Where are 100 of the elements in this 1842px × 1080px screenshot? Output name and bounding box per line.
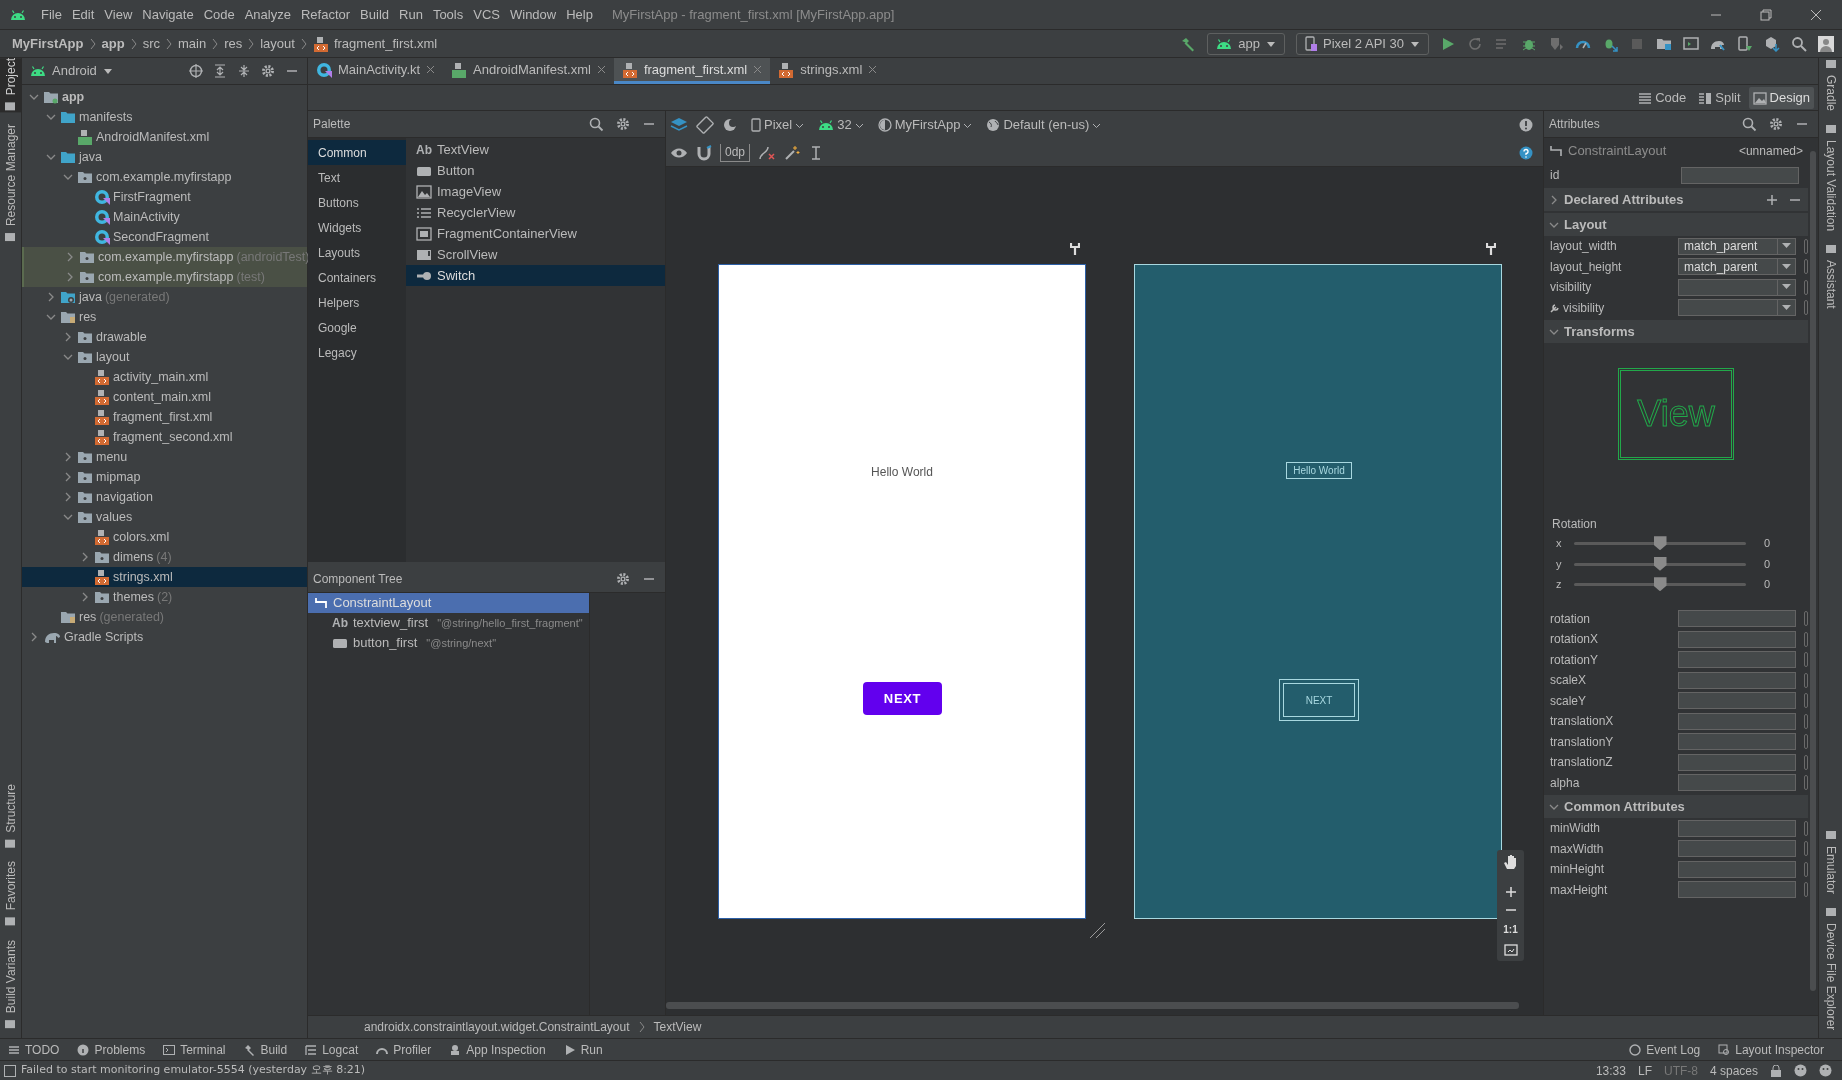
tree-item[interactable]: fragment_second.xml [22,427,307,447]
text-field[interactable] [1678,692,1796,710]
palette-item[interactable]: FragmentContainerView [406,223,665,244]
tree-item[interactable]: fragment_first.xml [22,407,307,427]
slider-thumb[interactable] [1653,577,1667,592]
locate-icon[interactable] [189,64,203,78]
palette-category[interactable]: Legacy [308,340,406,365]
close-icon[interactable] [753,65,763,74]
dropdown-field[interactable] [1678,299,1796,317]
magic-wand-icon[interactable] [784,144,801,161]
palette-category[interactable]: Layouts [308,240,406,265]
tree-item[interactable]: com.example.myfirstapp [22,167,307,187]
section-header[interactable]: Common Attributes [1544,795,1808,818]
lock-icon[interactable] [1770,1064,1782,1077]
search-icon[interactable] [589,116,604,132]
magnet-icon[interactable] [696,144,712,161]
tool-window-tab[interactable]: Device File Explorer [1820,905,1841,1030]
resource-picker-icon[interactable] [1804,238,1808,254]
close-icon[interactable] [868,65,878,74]
clear-constraints-icon[interactable] [758,144,777,161]
component-tree-item[interactable]: button_first "@string/next" [308,633,589,653]
menu-title[interactable]: File [36,4,67,25]
palette-item[interactable]: Ab TextView [406,139,665,160]
device-dropdown[interactable]: Pixel 2 API 30 [1296,32,1429,55]
resource-picker-icon[interactable] [1804,734,1808,750]
text-field[interactable] [1678,733,1796,751]
resize-handle-icon[interactable] [1088,921,1106,939]
dropdown-field[interactable]: match_parent [1678,237,1796,255]
sad-face-icon[interactable] [1819,1064,1832,1077]
tool-window-tab[interactable]: Layout Validation [1820,123,1841,232]
fit-screen-icon[interactable] [1503,943,1518,957]
tool-window-tab[interactable]: Project [0,58,21,113]
tool-window-button[interactable]: Terminal [163,1040,226,1059]
section-header[interactable]: Declared Attributes [1544,188,1808,211]
project-view-dropdown[interactable]: Android [30,61,113,81]
menu-title[interactable]: Analyze [239,4,296,25]
tree-item[interactable]: values [22,507,307,527]
tree-item[interactable]: activity_main.xml [22,367,307,387]
text-field[interactable] [1678,860,1796,878]
tree-item[interactable]: res (generated) [22,607,307,627]
close-window-icon[interactable] [1810,8,1822,21]
menu-title[interactable]: Refactor [295,4,356,25]
palette-item[interactable]: Switch [406,265,665,286]
warning-icon[interactable] [1519,118,1533,132]
vertical-scrollbar[interactable] [1810,151,1816,991]
tool-window-button[interactable]: TODO [8,1040,60,1059]
text-field[interactable] [1678,881,1796,899]
slider-track[interactable] [1574,556,1746,571]
palette-category[interactable]: Common [308,140,406,165]
rerun-icon[interactable] [1467,35,1483,52]
layers-icon[interactable] [670,116,688,134]
resource-picker-icon[interactable] [1804,841,1808,857]
tree-item[interactable]: java (generated) [22,287,307,307]
hand-icon[interactable] [1502,854,1519,870]
tree-item[interactable]: app [22,87,307,107]
help-icon[interactable] [1519,145,1533,160]
tool-window-button[interactable]: Build [243,1040,288,1059]
editor-tab[interactable]: MainActivity.kt [308,58,444,84]
text-field[interactable] [1678,840,1796,858]
text-field[interactable] [1678,630,1796,648]
cube-download-icon[interactable] [1764,35,1780,52]
menu-title[interactable]: Run [394,4,428,25]
tool-window-tab[interactable]: Emulator [1820,828,1841,894]
breadcrumb-item[interactable]: res [224,33,243,54]
tool-window-button[interactable]: App Inspection [449,1040,546,1059]
settings-icon[interactable] [616,117,630,131]
run-icon[interactable] [1440,35,1456,52]
dropdown-field[interactable] [1678,278,1796,296]
tree-item[interactable]: content_main.xml [22,387,307,407]
editor-tab[interactable]: fragment_first.xml [613,58,771,84]
breadcrumb-item[interactable]: MyFirstApp [12,33,84,54]
view-mode-button[interactable]: Code [1634,86,1691,109]
search-icon[interactable] [1791,35,1807,52]
text-field[interactable] [1678,819,1796,837]
tree-item[interactable]: res [22,307,307,327]
tree-item[interactable]: AndroidManifest.xml [22,127,307,147]
close-icon[interactable] [426,65,436,74]
api-level-dropdown[interactable]: 32 [815,114,867,136]
resource-picker-icon[interactable] [1804,672,1808,688]
tool-window-tab[interactable]: Favorites [0,861,21,928]
tree-item[interactable]: MainActivity [22,207,307,227]
tree-item[interactable]: dimens (4) [22,547,307,567]
smiley-icon[interactable] [1794,1064,1807,1077]
palette-category[interactable]: Containers [308,265,406,290]
menu-title[interactable]: Code [198,4,240,25]
panel-toggle-icon[interactable] [4,1064,16,1077]
expand-all-icon[interactable] [213,64,227,78]
palette-item[interactable]: ScrollView [406,244,665,265]
breadcrumb-item[interactable]: layout [260,33,295,54]
palette-item[interactable]: RecyclerView [406,202,665,223]
tree-item[interactable]: colors.xml [22,527,307,547]
path-item[interactable]: TextView [653,1018,702,1036]
resource-picker-icon[interactable] [1804,300,1808,316]
palette-category[interactable]: Widgets [308,215,406,240]
menu-title[interactable]: Help [561,4,598,25]
breadcrumb-item[interactable]: main [177,33,207,54]
text-field[interactable] [1678,671,1796,689]
section-header[interactable]: Layout [1544,213,1808,236]
tool-window-tab[interactable]: Structure [0,783,21,850]
menu-title[interactable]: Navigate [137,4,199,25]
